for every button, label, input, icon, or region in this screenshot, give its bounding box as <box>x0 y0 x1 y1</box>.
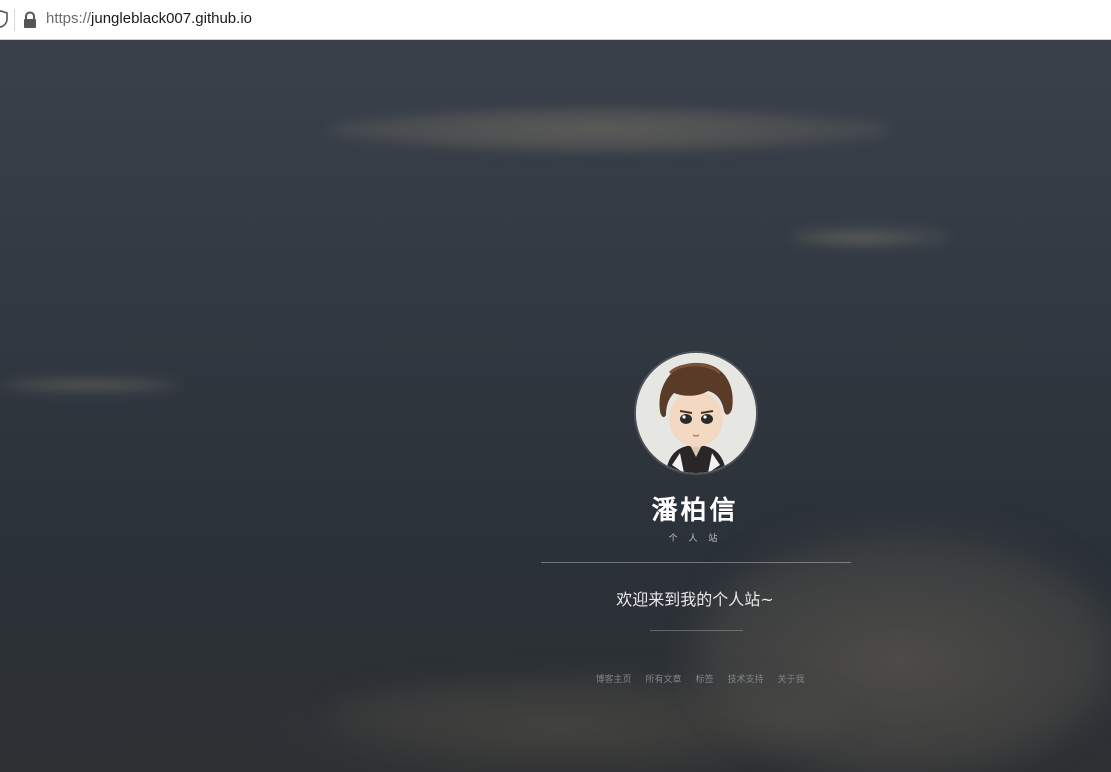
url-host: jungleblack007.github.io <box>91 10 252 27</box>
toolbar-separator <box>14 9 15 31</box>
site-owner-name: 潘柏信 <box>651 496 739 526</box>
avatar[interactable] <box>636 353 756 473</box>
nav-link-all-posts[interactable]: 所有文章 <box>645 672 681 685</box>
url-field[interactable]: https://jungleblack007.github.io <box>46 10 252 27</box>
avatar-illustration <box>636 353 756 473</box>
lock-icon[interactable] <box>22 11 38 29</box>
divider <box>650 630 743 631</box>
browser-address-bar: https://jungleblack007.github.io <box>0 0 1111 40</box>
cloud-decoration <box>330 680 850 750</box>
nav-link-tech-support[interactable]: 技术支持 <box>728 672 764 685</box>
welcome-message: 欢迎来到我的个人站~ <box>616 590 774 609</box>
cloud-decoration <box>0 375 180 395</box>
site-subtitle: 个 人 站 <box>668 534 722 544</box>
nav-link-blog-home[interactable]: 博客主页 <box>595 672 631 685</box>
footer-nav: 博客主页 所有文章 标签 技术支持 关于我 <box>590 672 810 685</box>
url-scheme: https:// <box>46 10 92 27</box>
shield-icon[interactable] <box>0 10 8 28</box>
cloud-decoration <box>790 226 950 248</box>
cloud-decoration <box>330 110 890 150</box>
nav-link-tags[interactable]: 标签 <box>695 672 713 685</box>
page-background: 潘柏信 个 人 站 欢迎来到我的个人站~ 博客主页 所有文章 标签 技术支持 关… <box>0 40 1111 772</box>
divider <box>541 562 851 563</box>
nav-link-about[interactable]: 关于我 <box>778 672 805 685</box>
